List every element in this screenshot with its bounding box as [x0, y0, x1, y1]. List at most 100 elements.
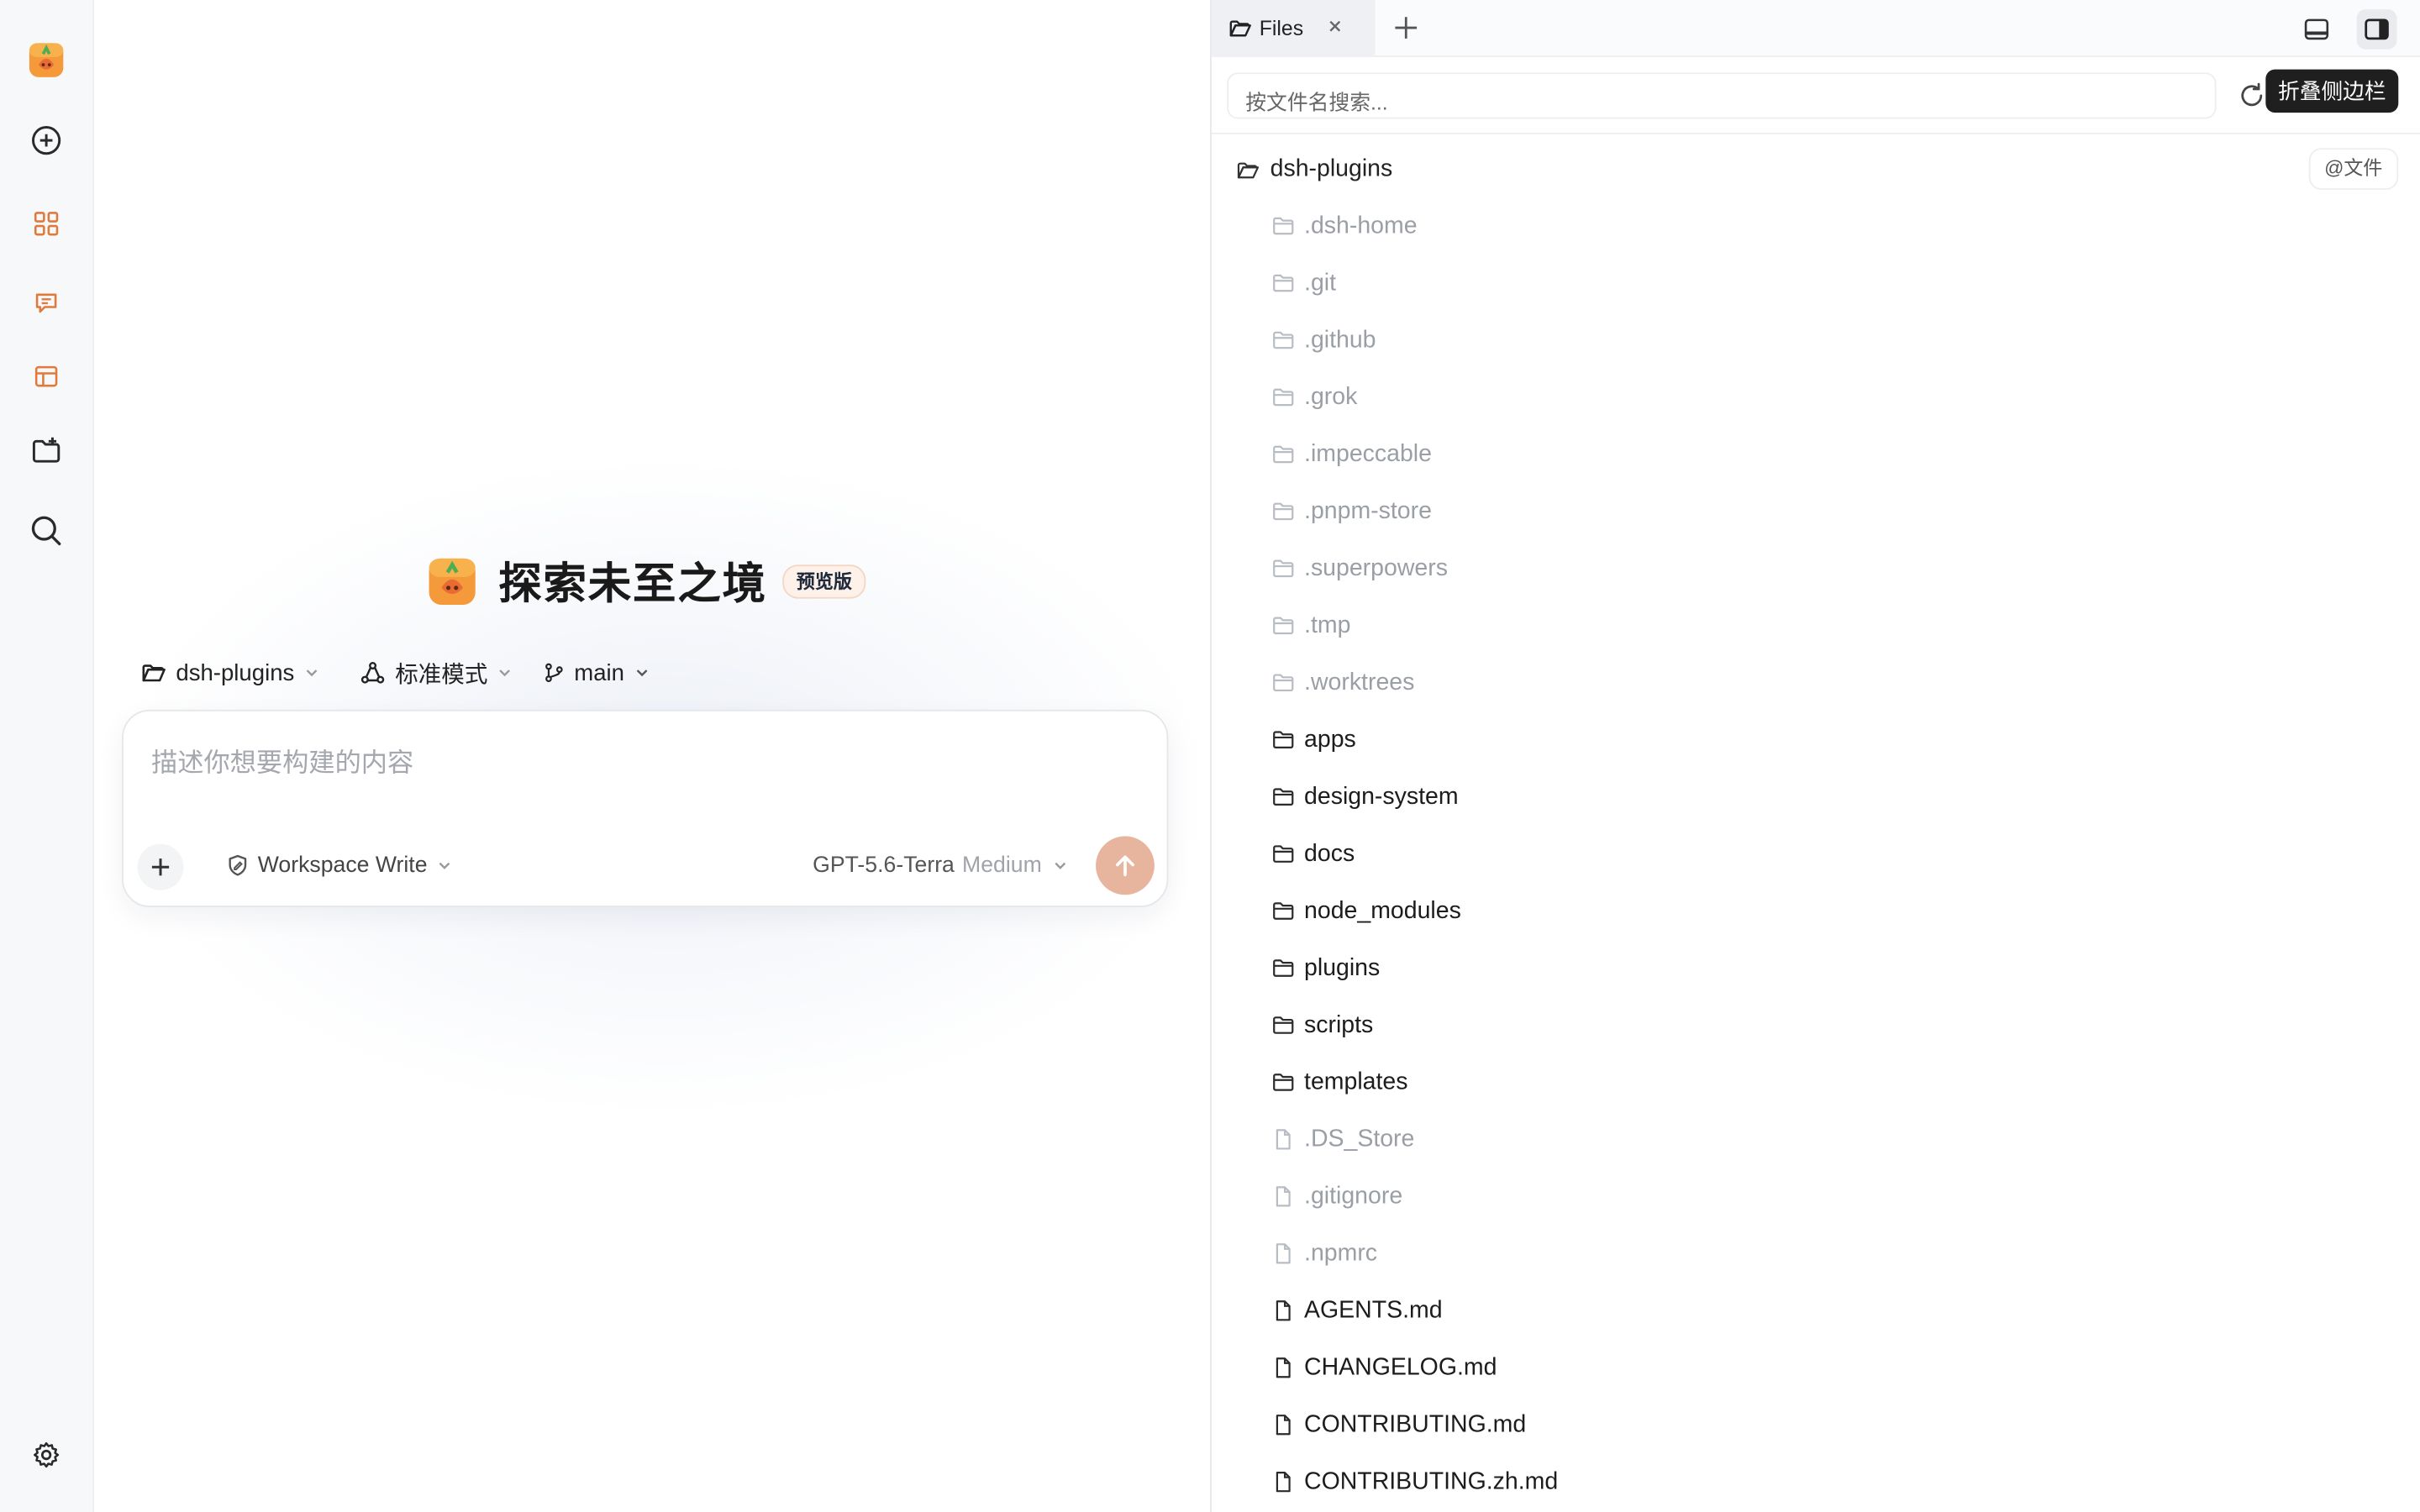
- tree-file[interactable]: AGENTS.md: [1271, 1282, 2352, 1339]
- add-folder-button[interactable]: [22, 426, 71, 475]
- model-name: GPT-5.6-Terra: [813, 853, 955, 879]
- tree-folder[interactable]: design-system: [1271, 769, 2352, 826]
- tree-item-label: .gitignore: [1304, 1182, 1403, 1210]
- preview-badge: 预览版: [782, 564, 866, 599]
- tree-item-label: CHANGELOG.md: [1304, 1353, 1497, 1380]
- tree-folder[interactable]: .superpowers: [1271, 540, 2352, 597]
- tree-file[interactable]: .gitignore: [1271, 1168, 2352, 1225]
- chevron-down-icon: [499, 669, 510, 677]
- permission-label: Workspace Write: [257, 853, 428, 879]
- folder-open-icon: [142, 664, 166, 681]
- refresh-icon[interactable]: [2236, 81, 2267, 112]
- tree-file[interactable]: CONTRIBUTING.zh.md: [1271, 1453, 2352, 1510]
- prompt-composer[interactable]: 描述你想要构建的内容 Workspace Write GPT-5.6-Terra…: [122, 709, 1169, 907]
- tree-folder[interactable]: .dsh-home: [1271, 197, 2352, 255]
- tree-folder[interactable]: node_modules: [1271, 883, 2352, 940]
- send-button[interactable]: [1096, 836, 1155, 895]
- model-level: Medium: [962, 853, 1042, 879]
- settings-button[interactable]: [22, 1431, 71, 1480]
- tree-item-label: .tmp: [1304, 612, 1351, 638]
- tree-item-label: .worktrees: [1304, 669, 1415, 696]
- tree-folder[interactable]: templates: [1271, 1053, 2352, 1110]
- close-icon[interactable]: [1324, 15, 1346, 37]
- folder-icon: [1273, 331, 1294, 349]
- file-icon: [1276, 1129, 1291, 1150]
- project-selector[interactable]: dsh-plugins: [140, 654, 319, 691]
- prompt-input[interactable]: 描述你想要构建的内容: [151, 741, 413, 780]
- tree-folder[interactable]: .impeccable: [1271, 426, 2352, 483]
- tree-item-label: templates: [1304, 1068, 1408, 1095]
- apps-button[interactable]: [22, 199, 71, 249]
- tree-item-label: .npmrc: [1304, 1239, 1378, 1267]
- folder-icon: [1273, 674, 1294, 692]
- tree-folder[interactable]: apps: [1271, 711, 2352, 769]
- new-chat-button[interactable]: [22, 116, 71, 165]
- folder-add-icon: [32, 437, 60, 463]
- folder-icon: [1273, 274, 1294, 292]
- tree-item-label: AGENTS.md: [1304, 1296, 1443, 1323]
- gear-icon: [34, 1441, 60, 1468]
- tree-item-label: design-system: [1304, 783, 1459, 810]
- tree-root[interactable]: dsh-plugins: [1236, 151, 1392, 188]
- tree-folder[interactable]: .git: [1271, 255, 2352, 312]
- tree-item-label: .git: [1304, 269, 1337, 296]
- tree-item-label: .github: [1304, 326, 1376, 353]
- tree-item-label: .dsh-home: [1304, 212, 1418, 239]
- tree-item-label: CONTRIBUTING.md: [1304, 1410, 1527, 1437]
- chevron-down-icon: [635, 669, 647, 677]
- tree-file[interactable]: CONTRIBUTING.md: [1271, 1396, 2352, 1453]
- file-icon: [1276, 1186, 1291, 1207]
- folder-icon: [1273, 502, 1294, 521]
- file-search-input[interactable]: 按文件名搜索...: [1227, 72, 2217, 119]
- tree-file[interactable]: .DS_Store: [1271, 1110, 2352, 1168]
- tree-folder[interactable]: .tmp: [1271, 597, 2352, 654]
- tree-file[interactable]: .npmrc: [1271, 1225, 2352, 1282]
- git-branch-icon: [545, 663, 563, 683]
- file-icon: [1276, 1357, 1291, 1378]
- tree-item-label: .superpowers: [1304, 554, 1448, 581]
- toggle-bottom-panel-button[interactable]: [2296, 9, 2337, 50]
- tree-file[interactable]: CHANGELOG.md: [1271, 1339, 2352, 1396]
- divider: [1211, 132, 2420, 134]
- layout-button[interactable]: [22, 352, 71, 402]
- carrot-app-logo-icon: [29, 43, 64, 77]
- project-name: dsh-plugins: [176, 659, 295, 686]
- tree-folder[interactable]: .pnpm-store: [1271, 483, 2352, 540]
- folder-icon: [1273, 845, 1294, 863]
- folder-icon: [1273, 388, 1294, 407]
- file-icon: [1276, 1415, 1291, 1436]
- tree-folder[interactable]: plugins: [1271, 940, 2352, 997]
- chat-bubble-icon: [35, 293, 57, 313]
- tree-item-label: .grok: [1304, 383, 1358, 410]
- file-icon: [1276, 1300, 1291, 1321]
- tree-folder[interactable]: .worktrees: [1271, 654, 2352, 711]
- panel-right-icon: [2365, 18, 2389, 40]
- permission-selector[interactable]: Workspace Write: [225, 853, 460, 878]
- tree-root-label: dsh-plugins: [1270, 155, 1393, 182]
- tree-folder[interactable]: scripts: [1271, 997, 2352, 1054]
- chevron-down-icon: [439, 862, 450, 869]
- add-tab-icon[interactable]: [1391, 13, 1422, 44]
- panel-tabbar: Files: [1211, 0, 2420, 57]
- mention-file-button[interactable]: @文件: [2308, 148, 2398, 190]
- model-selector[interactable]: GPT-5.6-Terra Medium: [813, 853, 1068, 878]
- tree-folder[interactable]: docs: [1271, 826, 2352, 883]
- tree-item-label: docs: [1304, 840, 1355, 867]
- shield-edit-icon: [229, 854, 247, 876]
- file-icon: [1276, 1243, 1291, 1264]
- search-button[interactable]: [22, 506, 71, 555]
- app-logo[interactable]: [22, 35, 71, 85]
- file-search-placeholder: 按文件名搜索...: [1245, 91, 1388, 114]
- tree-item-label: CONTRIBUTING.zh.md: [1304, 1467, 1559, 1494]
- collapse-sidebar-button[interactable]: [2356, 9, 2397, 50]
- messages-button[interactable]: [22, 278, 71, 328]
- tree-item-label: node_modules: [1304, 897, 1461, 924]
- folder-icon: [1273, 617, 1294, 635]
- tab-files[interactable]: Files: [1211, 0, 1376, 57]
- branch-name: main: [574, 659, 624, 686]
- tree-folder[interactable]: .github: [1271, 312, 2352, 369]
- branch-selector[interactable]: main: [544, 654, 650, 691]
- attach-button[interactable]: [137, 843, 184, 890]
- tree-folder[interactable]: .grok: [1271, 369, 2352, 426]
- mode-selector[interactable]: 标准模式: [360, 654, 513, 691]
